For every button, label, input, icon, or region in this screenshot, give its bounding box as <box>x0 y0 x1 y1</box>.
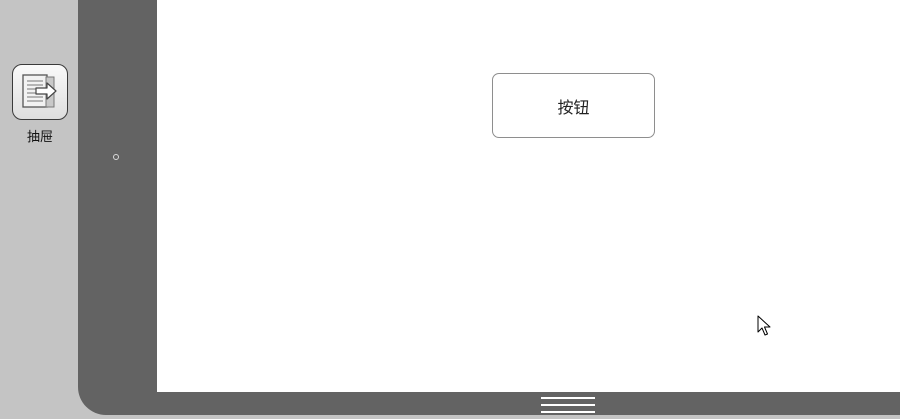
handle-line <box>541 397 595 399</box>
canvas-button[interactable]: 按钮 <box>492 73 655 138</box>
drawer-tool[interactable]: 抽屉 <box>8 64 72 145</box>
handle-line <box>541 404 595 406</box>
device-screen[interactable]: 按钮 <box>157 0 900 392</box>
component-panel: 抽屉 <box>0 0 79 419</box>
drawer-tool-label: 抽屉 <box>26 130 53 145</box>
mouse-cursor-icon <box>757 315 771 341</box>
drawer-icon <box>12 64 68 120</box>
bottom-strip <box>0 415 900 419</box>
handle-line <box>541 411 595 413</box>
device-side-button <box>113 154 119 160</box>
resize-handle[interactable] <box>541 397 595 413</box>
